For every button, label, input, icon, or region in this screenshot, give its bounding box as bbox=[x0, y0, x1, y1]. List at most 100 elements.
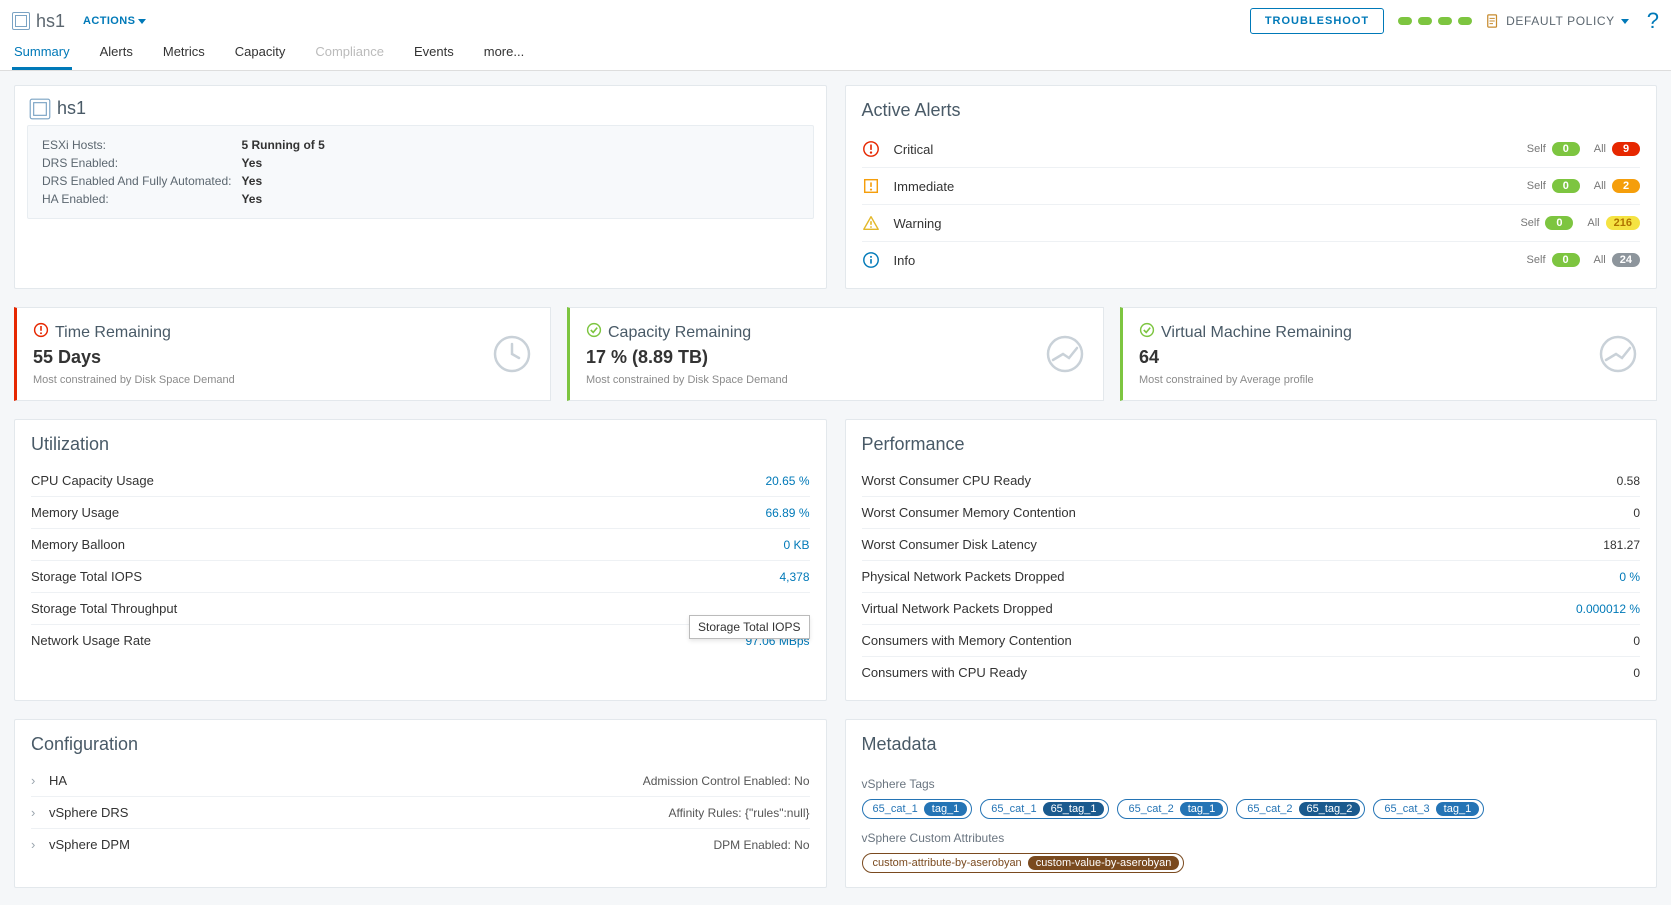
metric-label: Worst Consumer Memory Contention bbox=[862, 505, 1634, 520]
vsphere-tag[interactable]: 65_cat_165_tag_1 bbox=[980, 799, 1109, 819]
metadata-card: Metadata vSphere Tags 65_cat_1tag_165_ca… bbox=[845, 719, 1658, 888]
actions-menu[interactable]: ACTIONS bbox=[83, 15, 146, 27]
metric-row[interactable]: Storage Total ThroughputStorage Total IO… bbox=[31, 593, 810, 625]
info-icon bbox=[862, 251, 880, 269]
summary-key: DRS Enabled And Fully Automated: bbox=[42, 172, 241, 190]
capacity-subtitle: Most constrained by Average profile bbox=[1139, 374, 1640, 386]
metric-row[interactable]: Physical Network Packets Dropped0 % bbox=[862, 561, 1641, 593]
vsphere-tag[interactable]: 65_cat_2tag_1 bbox=[1117, 799, 1228, 819]
capacity-card[interactable]: Capacity Remaining17 % (8.89 TB)Most con… bbox=[567, 307, 1104, 401]
metric-row[interactable]: Memory Balloon0 KB bbox=[31, 529, 810, 561]
metric-row[interactable]: Worst Consumer CPU Ready0.58 bbox=[862, 465, 1641, 497]
tab-metrics[interactable]: Metrics bbox=[161, 34, 207, 70]
config-extra: Affinity Rules: {"rules":null} bbox=[668, 806, 809, 820]
metric-label: Physical Network Packets Dropped bbox=[862, 569, 1620, 584]
metric-row[interactable]: CPU Capacity Usage20.65 % bbox=[31, 465, 810, 497]
alert-row-immediate[interactable]: ImmediateSelf0All2 bbox=[862, 168, 1641, 205]
capacity-shape-icon bbox=[1045, 334, 1085, 374]
tab-compliance: Compliance bbox=[313, 34, 386, 70]
alert-row-critical[interactable]: CriticalSelf0All9 bbox=[862, 131, 1641, 168]
metadata-title: Metadata bbox=[846, 720, 1657, 765]
capacity-value: 55 Days bbox=[33, 347, 534, 368]
tab-events[interactable]: Events bbox=[412, 34, 456, 70]
critical-icon bbox=[862, 140, 880, 158]
metric-value[interactable]: 0.000012 % bbox=[1576, 602, 1640, 616]
tab-alerts[interactable]: Alerts bbox=[98, 34, 135, 70]
alert-row-warning[interactable]: WarningSelf0All216 bbox=[862, 205, 1641, 242]
metric-row[interactable]: Worst Consumer Memory Contention0 bbox=[862, 497, 1641, 529]
tab-capacity[interactable]: Capacity bbox=[233, 34, 288, 70]
vsphere-tag[interactable]: 65_cat_1tag_1 bbox=[862, 799, 973, 819]
metric-label: Worst Consumer Disk Latency bbox=[862, 537, 1604, 552]
policy-icon bbox=[1486, 14, 1500, 28]
capacity-shape-icon bbox=[1598, 334, 1638, 374]
metric-label: CPU Capacity Usage bbox=[31, 473, 765, 488]
alert-all-count[interactable]: 9 bbox=[1612, 142, 1640, 156]
metric-row[interactable]: Storage Total IOPS4,378 bbox=[31, 561, 810, 593]
metric-value[interactable]: 0 % bbox=[1619, 570, 1640, 584]
alert-severity-label: Immediate bbox=[894, 179, 1527, 194]
config-row[interactable]: ›HAAdmission Control Enabled: No bbox=[31, 765, 810, 797]
metric-row[interactable]: Virtual Network Packets Dropped0.000012 … bbox=[862, 593, 1641, 625]
config-extra: DPM Enabled: No bbox=[713, 838, 809, 852]
policy-select[interactable]: DEFAULT POLICY bbox=[1486, 14, 1629, 28]
badge-dot[interactable] bbox=[1398, 17, 1412, 25]
capacity-card[interactable]: Virtual Machine Remaining64Most constrai… bbox=[1120, 307, 1657, 401]
capacity-status-icon bbox=[1139, 322, 1155, 343]
metric-value[interactable]: 66.89 % bbox=[765, 506, 809, 520]
config-row[interactable]: ›vSphere DRSAffinity Rules: {"rules":nul… bbox=[31, 797, 810, 829]
metric-row[interactable]: Consumers with Memory Contention0 bbox=[862, 625, 1641, 657]
capacity-card[interactable]: Time Remaining55 DaysMost constrained by… bbox=[14, 307, 551, 401]
alert-self-count[interactable]: 0 bbox=[1552, 142, 1580, 156]
alerts-title: Active Alerts bbox=[846, 86, 1657, 131]
metric-value: 0 bbox=[1633, 666, 1640, 680]
metric-value[interactable]: 20.65 % bbox=[765, 474, 809, 488]
chevron-down-icon bbox=[138, 19, 146, 24]
alert-severity-label: Critical bbox=[894, 142, 1527, 157]
vsphere-tag[interactable]: 65_cat_265_tag_2 bbox=[1236, 799, 1365, 819]
metric-row[interactable]: Memory Usage66.89 % bbox=[31, 497, 810, 529]
summary-value: Yes bbox=[241, 190, 334, 208]
config-row[interactable]: ›vSphere DPMDPM Enabled: No bbox=[31, 829, 810, 860]
immediate-icon bbox=[862, 177, 880, 195]
configuration-title: Configuration bbox=[15, 720, 826, 765]
capacity-value: 64 bbox=[1139, 347, 1640, 368]
capacity-title: Capacity Remaining bbox=[608, 324, 751, 342]
alert-all-count[interactable]: 216 bbox=[1606, 216, 1640, 230]
config-label: vSphere DPM bbox=[49, 837, 713, 852]
alert-self-count[interactable]: 0 bbox=[1545, 216, 1573, 230]
metadata-attrs-label: vSphere Custom Attributes bbox=[862, 831, 1641, 845]
tab-more[interactable]: more... bbox=[482, 34, 526, 70]
tab-summary[interactable]: Summary bbox=[12, 34, 72, 70]
help-icon[interactable]: ? bbox=[1647, 8, 1659, 34]
alert-self-count[interactable]: 0 bbox=[1552, 253, 1580, 267]
capacity-status-icon bbox=[586, 322, 602, 343]
alert-all-count[interactable]: 2 bbox=[1612, 179, 1640, 193]
badge-dot[interactable] bbox=[1438, 17, 1452, 25]
config-label: HA bbox=[49, 773, 643, 788]
metric-value[interactable]: 4,378 bbox=[779, 570, 809, 584]
metric-value: 0 bbox=[1633, 634, 1640, 648]
performance-title: Performance bbox=[846, 420, 1657, 465]
badge-dot[interactable] bbox=[1418, 17, 1432, 25]
performance-card: Performance Worst Consumer CPU Ready0.58… bbox=[845, 419, 1658, 701]
custom-attribute[interactable]: custom-attribute-by-aserobyancustom-valu… bbox=[862, 853, 1185, 873]
summary-card: hs1 ESXi Hosts:5 Running of 5DRS Enabled… bbox=[14, 85, 827, 289]
metric-value[interactable]: 0 KB bbox=[783, 538, 809, 552]
alert-all-count[interactable]: 24 bbox=[1612, 253, 1640, 267]
troubleshoot-button[interactable]: TROUBLESHOOT bbox=[1250, 8, 1384, 34]
metric-label: Consumers with CPU Ready bbox=[862, 665, 1634, 680]
tab-strip: Summary Alerts Metrics Capacity Compliance Ev… bbox=[0, 34, 1671, 71]
alert-row-info[interactable]: InfoSelf0All24 bbox=[862, 242, 1641, 278]
badge-dot[interactable] bbox=[1458, 17, 1472, 25]
metric-row[interactable]: Worst Consumer Disk Latency181.27 bbox=[862, 529, 1641, 561]
summary-value: Yes bbox=[241, 154, 334, 172]
alert-severity-label: Warning bbox=[894, 216, 1521, 231]
summary-object-name: hs1 bbox=[57, 98, 86, 119]
metric-row[interactable]: Consumers with CPU Ready0 bbox=[862, 657, 1641, 688]
chevron-right-icon: › bbox=[31, 773, 41, 788]
metric-label: Network Usage Rate bbox=[31, 633, 745, 648]
alert-self-count[interactable]: 0 bbox=[1552, 179, 1580, 193]
vsphere-tag[interactable]: 65_cat_3tag_1 bbox=[1373, 799, 1484, 819]
configuration-card: Configuration ›HAAdmission Control Enabl… bbox=[14, 719, 827, 888]
